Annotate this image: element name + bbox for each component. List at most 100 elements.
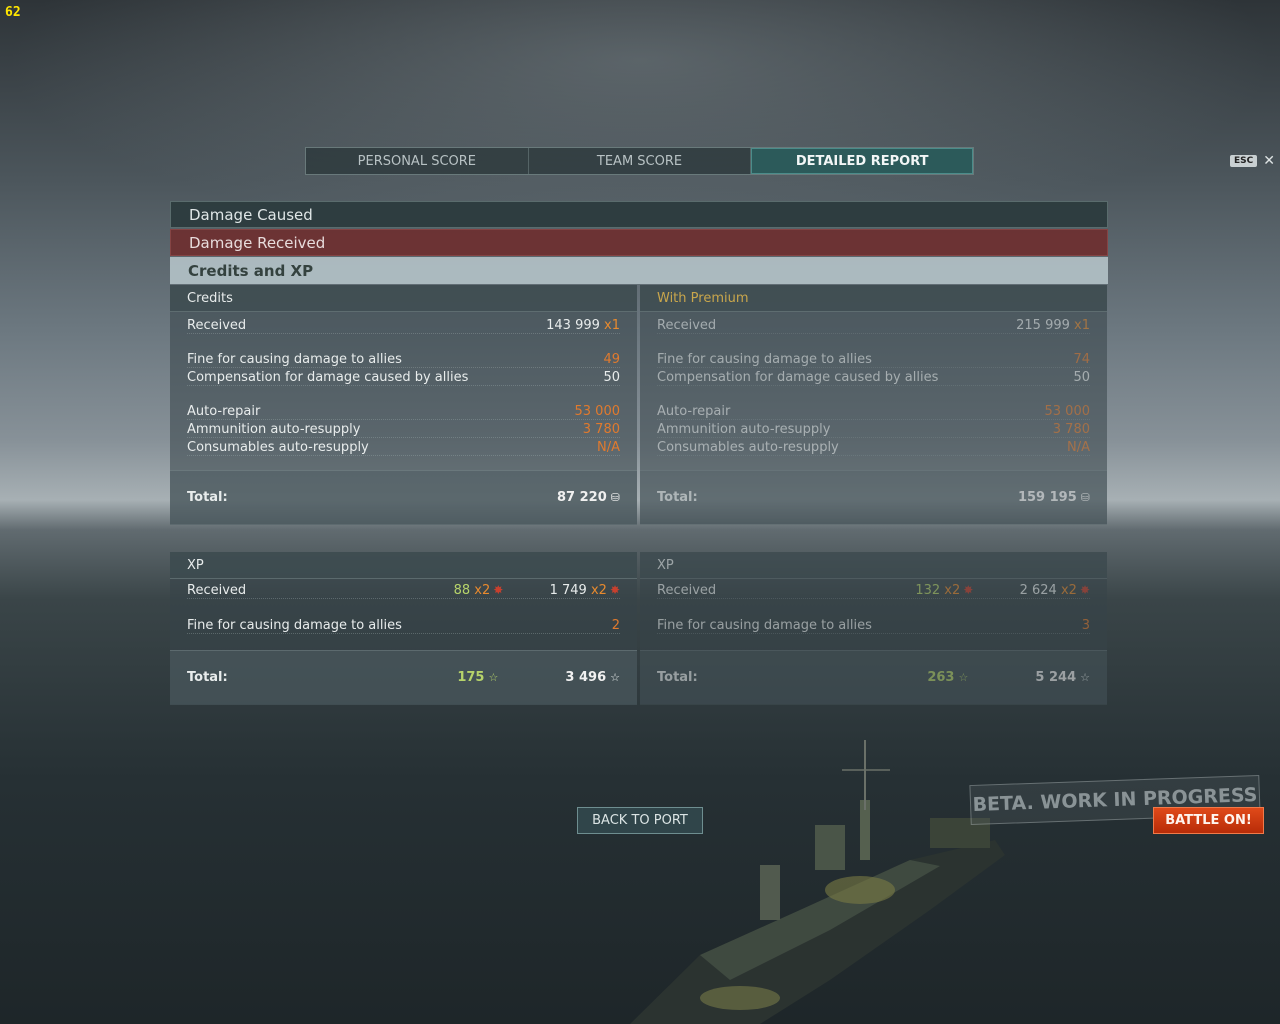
credits-received-value: 143 999	[546, 318, 600, 333]
credits-consumables-value: N/A	[597, 440, 620, 455]
premium-xp-title: XP	[640, 552, 1107, 579]
credits-comp-value: 50	[603, 370, 620, 385]
credits-total-value: 87 220	[557, 490, 607, 505]
premium-xp-received-value: 132	[915, 583, 941, 598]
premium-total-row: Total: 159 195 ⛁	[640, 470, 1107, 525]
premium-consumables-label: Consumables auto-resupply	[657, 440, 839, 455]
xp-total-value: 175	[457, 670, 485, 685]
credits-comp-label: Compensation for damage caused by allies	[187, 370, 469, 385]
coin-icon: ⛁	[1080, 491, 1090, 504]
premium-xp-free-received-mult: x2	[1060, 583, 1077, 598]
xp-fine-row: Fine for causing damage to allies 2	[187, 617, 620, 634]
credits-autorepair-value: 53 000	[574, 404, 621, 419]
premium-xp-fine-row: Fine for causing damage to allies 3	[657, 617, 1090, 634]
credits-total-row: Total: 87 220 ⛁	[170, 470, 637, 525]
credits-ammo-value: 3 780	[582, 422, 620, 437]
section-damage-received[interactable]: Damage Received	[170, 229, 1108, 256]
premium-xp-free-total-value: 5 244	[1035, 670, 1077, 685]
credits-fine-value: 49	[603, 352, 620, 367]
back-to-port-button[interactable]: BACK TO PORT	[577, 807, 703, 834]
credits-autorepair-row: Auto-repair 53 000	[187, 403, 620, 420]
credits-received-label: Received	[187, 318, 247, 333]
premium-ammo-row: Ammunition auto-resupply 3 780	[657, 421, 1090, 438]
credits-panel: Credits Received 143 999 x1 Fine for cau…	[170, 285, 637, 525]
star-icon: ☆	[958, 671, 969, 684]
premium-ammo-value: 3 780	[1052, 422, 1090, 437]
xp-free-received-value: 1 749	[549, 583, 587, 598]
credits-fine-label: Fine for causing damage to allies	[187, 352, 402, 367]
premium-xp-free-received-value: 2 624	[1019, 583, 1057, 598]
premium-comp-label: Compensation for damage caused by allies	[657, 370, 939, 385]
xp-title: XP	[170, 552, 637, 579]
xp-free-received-mult: x2	[590, 583, 607, 598]
tab-team-score[interactable]: TEAM SCORE	[529, 148, 752, 174]
flag-badge-icon: ✸	[963, 583, 974, 597]
battle-on-button[interactable]: BATTLE ON!	[1153, 807, 1264, 834]
premium-xp-received-label: Received	[657, 583, 717, 598]
credits-consumables-row: Consumables auto-resupply N/A	[187, 439, 620, 456]
report-tabs: PERSONAL SCORE TEAM SCORE DETAILED REPOR…	[305, 147, 974, 175]
premium-title: With Premium	[640, 285, 1107, 312]
premium-total-value: 159 195	[1017, 490, 1077, 505]
esc-key-icon: ESC	[1230, 155, 1258, 167]
premium-comp-row: Compensation for damage caused by allies…	[657, 369, 1090, 386]
xp-received-row: Received 88 x2 ✸ 1 749 x2 ✸	[187, 582, 620, 599]
xp-fine-label: Fine for causing damage to allies	[187, 618, 402, 633]
premium-received-label: Received	[657, 318, 717, 333]
credits-title: Credits	[170, 285, 637, 312]
credits-fine-row: Fine for causing damage to allies 49	[187, 351, 620, 368]
flag-badge-icon: ✸	[609, 583, 620, 597]
star-icon: ☆	[610, 671, 620, 684]
premium-credits-panel: With Premium Received 215 999 x1 Fine fo…	[640, 285, 1107, 525]
credits-consumables-label: Consumables auto-resupply	[187, 440, 369, 455]
xp-received-label: Received	[187, 583, 247, 598]
credits-received-mult: x1	[604, 318, 620, 333]
close-icon[interactable]: ✕	[1263, 153, 1275, 169]
premium-fine-row: Fine for causing damage to allies 74	[657, 351, 1090, 368]
premium-xp-fine-value: 3	[1081, 618, 1090, 633]
section-damage-caused[interactable]: Damage Caused	[170, 201, 1108, 228]
credits-comp-row: Compensation for damage caused by allies…	[187, 369, 620, 386]
close-control[interactable]: ESC ✕	[1230, 153, 1275, 169]
fps-counter: 62	[5, 5, 21, 20]
premium-xp-total-label: Total:	[657, 670, 698, 685]
premium-received-row: Received 215 999 x1	[657, 317, 1090, 334]
xp-received-value: 88	[453, 583, 471, 598]
credits-ammo-label: Ammunition auto-resupply	[187, 422, 361, 437]
xp-free-total-value: 3 496	[565, 670, 607, 685]
premium-fine-value: 74	[1073, 352, 1090, 367]
xp-total-row: Total: 175 ☆ 3 496 ☆	[170, 650, 637, 705]
section-credits-and-xp[interactable]: Credits and XP	[170, 257, 1108, 284]
xp-total-label: Total:	[187, 670, 228, 685]
star-icon: ☆	[488, 671, 499, 684]
coin-icon: ⛁	[610, 491, 620, 504]
flag-badge-icon: ✸	[1079, 583, 1090, 597]
premium-ammo-label: Ammunition auto-resupply	[657, 422, 831, 437]
premium-autorepair-label: Auto-repair	[657, 404, 731, 419]
premium-xp-total-row: Total: 263 ☆ 5 244 ☆	[640, 650, 1107, 705]
premium-xp-panel: XP Received 132 x2 ✸ 2 624 x2 ✸ Fine for c…	[640, 552, 1107, 705]
premium-autorepair-row: Auto-repair 53 000	[657, 403, 1090, 420]
premium-received-mult: x1	[1074, 318, 1090, 333]
premium-xp-received-mult: x2	[944, 583, 961, 598]
destroyer-ship-image	[630, 740, 1005, 1024]
credits-received-row: Received 143 999 x1	[187, 317, 620, 334]
premium-xp-fine-label: Fine for causing damage to allies	[657, 618, 872, 633]
tab-personal-score[interactable]: PERSONAL SCORE	[306, 148, 529, 174]
credits-total-label: Total:	[187, 490, 228, 505]
xp-fine-value: 2	[611, 618, 620, 633]
star-icon: ☆	[1080, 671, 1090, 684]
xp-received-mult: x2	[474, 583, 491, 598]
premium-consumables-row: Consumables auto-resupply N/A	[657, 439, 1090, 456]
tab-detailed-report[interactable]: DETAILED REPORT	[751, 148, 974, 174]
xp-panel: XP Received 88 x2 ✸ 1 749 x2 ✸ Fine for ca…	[170, 552, 637, 705]
credits-ammo-row: Ammunition auto-resupply 3 780	[187, 421, 620, 438]
premium-total-label: Total:	[657, 490, 698, 505]
premium-received-value: 215 999	[1016, 318, 1070, 333]
flag-badge-icon: ✸	[493, 583, 504, 597]
premium-fine-label: Fine for causing damage to allies	[657, 352, 872, 367]
premium-xp-total-value: 263	[927, 670, 955, 685]
premium-autorepair-value: 53 000	[1044, 404, 1091, 419]
premium-xp-received-row: Received 132 x2 ✸ 2 624 x2 ✸	[657, 582, 1090, 599]
credits-autorepair-label: Auto-repair	[187, 404, 261, 419]
